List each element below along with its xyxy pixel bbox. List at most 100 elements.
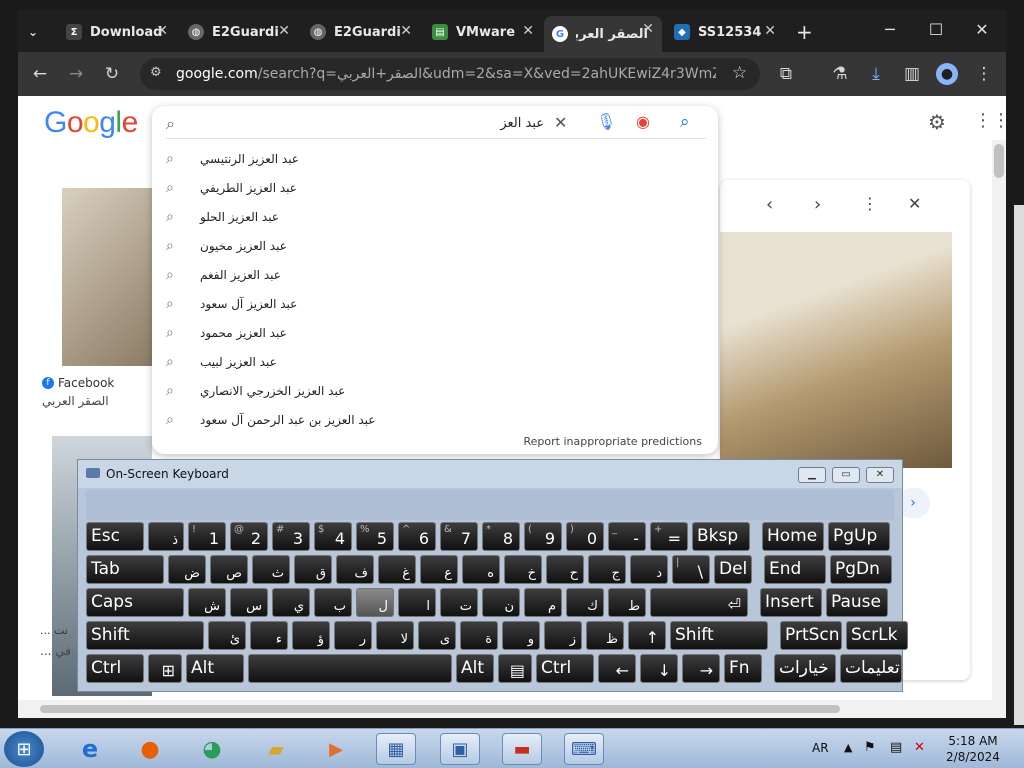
report-predictions-link[interactable]: Report inappropriate predictions — [523, 435, 702, 448]
osk-key[interactable]: Ctrl — [86, 654, 144, 683]
control-panel-icon[interactable]: ▣ — [440, 733, 480, 765]
osk-key[interactable]: Ctrl — [536, 654, 594, 683]
new-tab-button[interactable]: + — [788, 18, 814, 46]
osk-key[interactable]: ت — [440, 588, 478, 617]
google-logo[interactable]: Google — [44, 106, 138, 140]
volume-muted-icon[interactable]: ✕ — [914, 740, 925, 755]
result-image-1[interactable] — [62, 188, 156, 366]
osk-key[interactable]: خيارات — [774, 654, 836, 683]
osk-key[interactable]: و — [502, 621, 540, 650]
osk-key[interactable]: ك — [566, 588, 604, 617]
osk-key[interactable]: م — [524, 588, 562, 617]
clear-icon[interactable]: ✕ — [554, 113, 567, 132]
osk-key[interactable]: ز — [544, 621, 582, 650]
tab-3[interactable]: ◍ E2Guardi ✕ — [302, 18, 420, 46]
vertical-scrollbar[interactable] — [992, 140, 1006, 700]
close-window-button[interactable]: ✕ — [962, 20, 1002, 39]
close-icon[interactable]: ✕ — [156, 23, 168, 39]
minimize-button[interactable]: ─ — [870, 20, 910, 39]
toolbox-icon[interactable]: ▬ — [502, 733, 542, 765]
menu-icon[interactable]: ⋮ — [972, 64, 996, 84]
labs-icon[interactable]: ⚗ — [828, 64, 852, 84]
tab-1[interactable]: Σ Download ✕ — [58, 18, 176, 46]
media-player-icon[interactable]: ▶ — [316, 733, 356, 765]
close-icon[interactable]: ✕ — [764, 23, 776, 39]
osk-key[interactable]: د — [630, 555, 668, 584]
osk-key[interactable]: ئ — [208, 621, 246, 650]
star-icon[interactable]: ☆ — [732, 63, 747, 83]
osk-key[interactable]: Esc — [86, 522, 144, 551]
osk-key[interactable]: س — [230, 588, 268, 617]
result-title-2[interactable]: ... في — [40, 644, 71, 658]
suggestion-item[interactable]: ⌕ عبد العزيز الخزرجي الانصاري — [152, 376, 718, 405]
osk-key[interactable]: PgDn — [830, 555, 892, 584]
osk-key[interactable]: Shift — [86, 621, 204, 650]
url-text[interactable]: google.com/search?q=الصقر+العربي&udm=2&s… — [176, 66, 716, 82]
osk-key[interactable]: Home — [762, 522, 824, 551]
osk-key[interactable]: Alt — [456, 654, 494, 683]
horizontal-scrollbar[interactable] — [18, 700, 1006, 718]
suggestion-item[interactable]: ⌕ عبد العزيز الفغم — [152, 260, 718, 289]
download-icon[interactable]: ⤓ — [864, 64, 888, 84]
suggestion-item[interactable]: ⌕ عبد العزيز مخيون — [152, 231, 718, 260]
osk-minimize-button[interactable]: ▁ — [798, 467, 826, 483]
osk-key[interactable]: Pause — [826, 588, 888, 617]
osk-key[interactable]: 7 & — [440, 522, 478, 551]
osk-key[interactable]: Bksp — [692, 522, 750, 551]
side-panel-icon[interactable]: ▥ — [900, 64, 924, 84]
suggestion-item[interactable]: ⌕ عبد العزيز محمود — [152, 318, 718, 347]
suggestion-item[interactable]: ⌕ عبد العزيز بن عبد الرحمن آل سعود — [152, 405, 718, 434]
osk-key[interactable]: Del — [714, 555, 752, 584]
back-button[interactable]: ← — [28, 64, 52, 84]
suggestion-item[interactable]: ⌕ عبد العزيز آل سعود — [152, 289, 718, 318]
osk-key[interactable]: ب — [314, 588, 352, 617]
maximize-button[interactable]: ☐ — [916, 20, 956, 39]
internet-explorer-icon[interactable]: e — [70, 733, 110, 765]
tab-2[interactable]: ◍ E2Guardi ✕ — [180, 18, 298, 46]
osk-key[interactable]: ؤ — [292, 621, 330, 650]
suggestion-item[interactable]: ⌕ عبد العزيز الرنتيسي — [152, 144, 718, 173]
extensions-icon[interactable]: ⧉ — [774, 64, 798, 84]
search-input[interactable]: عبد العز — [192, 116, 544, 131]
osk-key[interactable]: 5% — [356, 522, 394, 551]
suggestion-item[interactable]: ⌕ عبد العزيز الحلو — [152, 202, 718, 231]
osk-key[interactable]: ح — [546, 555, 584, 584]
osk-key[interactable]: ScrLk — [846, 621, 908, 650]
osk-key[interactable]: 4 $ — [314, 522, 352, 551]
osk-key[interactable]: Alt — [186, 654, 244, 683]
osk-title-bar[interactable]: On-Screen Keyboard ▁ ▭ ✕ — [78, 460, 902, 488]
osk-key[interactable]: ث — [252, 555, 290, 584]
microphone-icon[interactable]: 🎙 — [596, 112, 616, 131]
osk-key[interactable]: لا — [376, 621, 414, 650]
keyboard-taskbar-icon[interactable]: ⌨ — [564, 733, 604, 765]
lens-icon[interactable]: ◉ — [636, 112, 650, 131]
osk-key[interactable]: 9( — [524, 522, 562, 551]
osk-key[interactable]: غ — [378, 555, 416, 584]
osk-key[interactable]: End — [764, 555, 826, 584]
profile-avatar[interactable]: ● — [936, 63, 958, 85]
apps-grid-icon[interactable]: ⋮⋮ — [974, 110, 1006, 131]
osk-key[interactable]: → — [682, 654, 720, 683]
osk-key[interactable]: ن — [482, 588, 520, 617]
osk-key[interactable]: ج — [588, 555, 626, 584]
osk-key[interactable]: ط — [608, 588, 646, 617]
osk-key[interactable]: ء — [250, 621, 288, 650]
osk-key[interactable]: Insert — [760, 588, 822, 617]
osk-key[interactable]: ي — [272, 588, 310, 617]
osk-key[interactable]: خ — [504, 555, 542, 584]
osk-key[interactable]: \ | — [672, 555, 710, 584]
osk-key[interactable]: 2 @ — [230, 522, 268, 551]
suggestion-item[interactable]: ⌕ عبد العزيز لبيب — [152, 347, 718, 376]
osk-restore-button[interactable]: ▭ — [832, 467, 860, 483]
osk-key[interactable]: تعليمات — [840, 654, 902, 683]
explorer-folder-icon[interactable]: ▰ — [256, 733, 296, 765]
osk-key[interactable]: ض — [168, 555, 206, 584]
tab-6[interactable]: ◆ SS12534 ✕ — [666, 18, 784, 46]
tab-5-active[interactable]: G الصقر العربي ✕ — [544, 16, 662, 52]
network-icon[interactable]: ▤ — [890, 740, 902, 755]
osk-close-button[interactable]: ✕ — [866, 467, 894, 483]
osk-key[interactable]: ع — [420, 555, 458, 584]
suggestion-item[interactable]: ⌕ عبد العزيز الطريفي — [152, 173, 718, 202]
close-icon[interactable]: ✕ — [278, 23, 290, 39]
tab-4[interactable]: ▤ VMware ✕ — [424, 18, 542, 46]
